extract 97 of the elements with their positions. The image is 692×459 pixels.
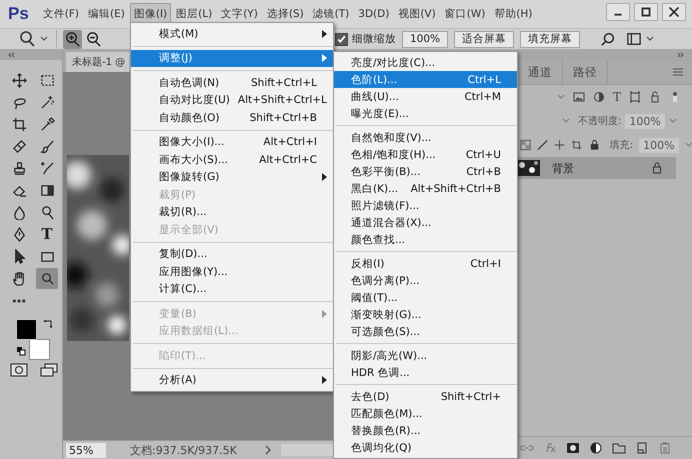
- mask-icon[interactable]: [566, 442, 580, 454]
- menu-item[interactable]: 通道混合器(X)...: [334, 214, 517, 231]
- menu-item[interactable]: 自动色调(N) Shift+Ctrl+L: [131, 74, 333, 92]
- menu-bar-item[interactable]: 滤镜(T): [308, 3, 354, 25]
- opacity-label: 不透明度:: [578, 114, 622, 128]
- lock-pixels-icon[interactable]: [520, 139, 532, 151]
- menu-item[interactable]: 自动对比度(U) Alt+Shift+Ctrl+L: [131, 92, 333, 109]
- submenu-arrow-icon: [322, 173, 326, 182]
- smart-object-filter-icon[interactable]: [649, 91, 662, 103]
- artboard-icon[interactable]: [571, 139, 583, 151]
- quick-mask-icon[interactable]: [10, 363, 28, 377]
- option-button[interactable]: 适合屏幕: [454, 30, 514, 48]
- expand-icon[interactable]: [676, 52, 686, 58]
- menu-bar-item[interactable]: 帮助(H): [490, 3, 536, 25]
- lock-icon: [652, 162, 662, 174]
- type-filter-icon[interactable]: T: [613, 91, 622, 103]
- caret-icon[interactable]: [40, 36, 48, 42]
- adjustment-icon[interactable]: [589, 442, 603, 454]
- fill-label: 填充:: [610, 138, 634, 152]
- menu-item[interactable]: 渐变映射(G)...: [334, 306, 517, 323]
- menu-icon[interactable]: [672, 67, 684, 77]
- menu-item[interactable]: 模式(M): [131, 25, 333, 42]
- menu-item[interactable]: 图像大小(I)... Alt+Ctrl+I: [131, 134, 333, 151]
- menu-bar-item[interactable]: 图层(L): [172, 3, 216, 25]
- submenu-arrow-icon: [322, 30, 326, 38]
- menu-bar-item[interactable]: 窗口(W): [440, 3, 490, 25]
- zoom-icon[interactable]: [36, 268, 58, 289]
- menu-item[interactable]: 分析(A): [131, 372, 333, 389]
- menu-item[interactable]: 去色(D) Shift+Ctrl+: [334, 388, 517, 405]
- menu-item[interactable]: 色调均化(Q): [334, 439, 517, 456]
- fill-field[interactable]: 100%: [639, 138, 679, 152]
- background-color-swatch[interactable]: [29, 339, 50, 360]
- menu-item[interactable]: 照片滤镜(F)...: [334, 197, 517, 214]
- menu-item[interactable]: 自然饱和度(V)...: [334, 129, 517, 146]
- menu-item[interactable]: 曝光度(E)...: [334, 105, 517, 122]
- menu-item[interactable]: 曲线(U)... Ctrl+M: [334, 88, 517, 105]
- collapse-icon[interactable]: [6, 52, 16, 58]
- submenu-arrow-icon: [322, 376, 326, 384]
- menu-bar-item[interactable]: 编辑(E): [84, 3, 129, 25]
- caret-icon[interactable]: [646, 36, 654, 42]
- screen-mode-icon[interactable]: [40, 363, 58, 377]
- menu-bar-item[interactable]: 选择(S): [262, 3, 308, 25]
- menu-bar-item[interactable]: 文字(Y): [217, 3, 262, 25]
- app-logo: Ps: [8, 4, 29, 24]
- menu-item[interactable]: 匹配颜色(M)...: [334, 405, 517, 422]
- checkbox-label: 细微缩放: [352, 32, 396, 46]
- image-filter-icon[interactable]: [573, 91, 585, 103]
- menu-item[interactable]: 可选颜色(S)...: [334, 323, 517, 340]
- menu-item[interactable]: 反相(I) Ctrl+I: [334, 255, 517, 272]
- close-icon[interactable]: [662, 3, 686, 21]
- menu-item[interactable]: 自动颜色(O) Shift+Ctrl+B: [131, 109, 333, 126]
- lock-icon[interactable]: [588, 139, 600, 151]
- menu-item[interactable]: 色调分离(P)...: [334, 272, 517, 289]
- shape-filter-icon[interactable]: [629, 91, 642, 103]
- new-layer-icon[interactable]: [635, 442, 649, 454]
- menu-item[interactable]: 图像旋转(G): [131, 168, 333, 186]
- menu-item[interactable]: 颜色查找...: [334, 231, 517, 248]
- checkbox[interactable]: [335, 32, 348, 46]
- zoom-in-icon[interactable]: [63, 30, 82, 48]
- menu-bar-item[interactable]: 3D(D): [354, 4, 394, 24]
- foreground-color-swatch[interactable]: [16, 319, 37, 340]
- menu-item[interactable]: 计算(C)...: [131, 280, 333, 298]
- chevron-right-icon[interactable]: [264, 445, 271, 455]
- option-button[interactable]: 100%: [402, 30, 448, 48]
- swap-arrows-icon[interactable]: [43, 319, 53, 329]
- layer-name: 背景: [552, 160, 574, 176]
- menu-item[interactable]: 黑白(K)... Alt+Shift+Ctrl+B: [334, 180, 517, 197]
- minimize-icon[interactable]: [606, 3, 630, 21]
- menu-item[interactable]: 裁切(R)...: [131, 204, 333, 221]
- workspace-icon[interactable]: [626, 32, 642, 46]
- menu-item[interactable]: 应用图像(Y)...: [131, 263, 333, 280]
- folder-icon[interactable]: [612, 442, 626, 454]
- document-tab[interactable]: 未标题-1 @: [66, 52, 130, 72]
- zoom-field[interactable]: 55%: [66, 442, 106, 458]
- submenu-arrow-icon: [322, 54, 326, 62]
- zoom-out-icon[interactable]: [84, 30, 103, 48]
- menu-item[interactable]: 阈值(T)...: [334, 289, 517, 306]
- menu-item[interactable]: 复制(D)...: [131, 246, 333, 263]
- menu-item[interactable]: 替换颜色(R)...: [334, 422, 517, 439]
- menu-item[interactable]: 色阶(L)... Ctrl+L: [334, 71, 517, 88]
- submenu-arrow-icon: [322, 310, 326, 318]
- panel-tab[interactable]: 路径: [563, 60, 608, 84]
- menu-item[interactable]: 阴影/高光(W)...: [334, 347, 517, 364]
- opacity-field[interactable]: 100%: [625, 114, 665, 128]
- maximize-icon[interactable]: [634, 3, 658, 21]
- search-icon[interactable]: [600, 31, 616, 47]
- menu-item[interactable]: 画布大小(S)... Alt+Ctrl+C: [131, 151, 333, 168]
- document-info: 文档:937.5K/937.5K: [130, 442, 237, 458]
- menu-item[interactable]: 调整(J): [131, 50, 333, 67]
- default-colors-icon[interactable]: [16, 346, 26, 356]
- zoom-icon[interactable]: [18, 30, 36, 48]
- menu-item[interactable]: 亮度/对比度(C)...: [334, 54, 517, 71]
- menu-item[interactable]: HDR 色调...: [334, 364, 517, 381]
- menu-bar-item[interactable]: 视图(V): [394, 3, 440, 25]
- adjustment-filter-icon[interactable]: [593, 91, 605, 103]
- menu-bar-item[interactable]: 文件(F): [38, 3, 84, 25]
- option-button[interactable]: 填充屏幕: [520, 30, 580, 48]
